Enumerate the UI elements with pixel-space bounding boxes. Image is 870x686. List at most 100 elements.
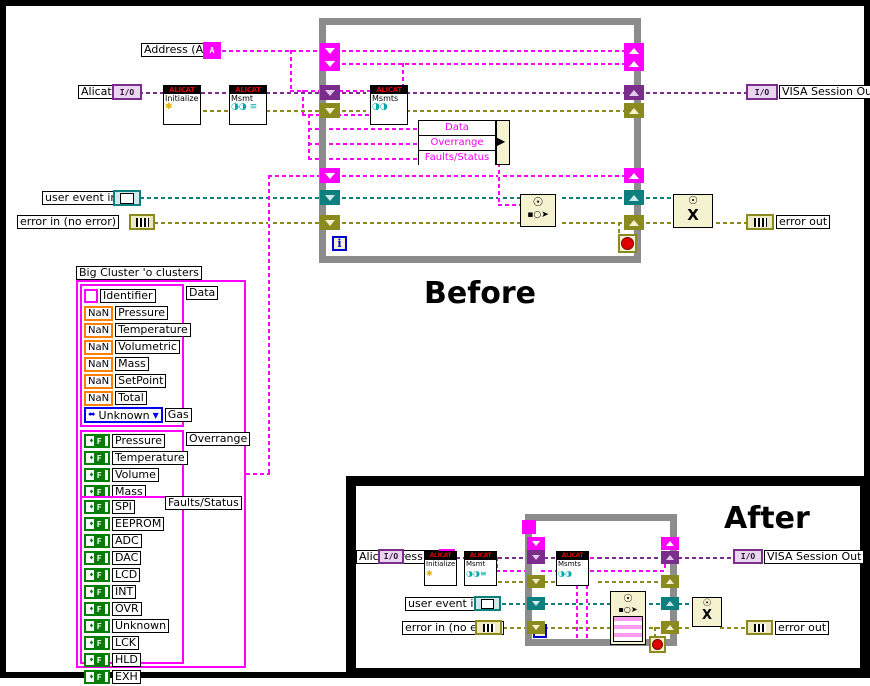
alicat-io-terminal-before[interactable]: I/O — [112, 84, 142, 100]
tunnel-left-visa[interactable] — [320, 85, 340, 100]
error-out-terminal-before[interactable] — [746, 214, 774, 230]
after-wire-event-in — [502, 603, 526, 605]
boolean-control[interactable]: ♦ F — [84, 534, 110, 548]
after-tunnel-right-pink[interactable] — [661, 537, 679, 550]
boolean-control[interactable]: ♦ F — [84, 451, 110, 465]
close-x-icon: X — [687, 206, 699, 224]
cluster-row[interactable]: ⬌ Unknown ▼ Gas — [84, 407, 192, 423]
after-tunnel-right-event[interactable] — [661, 597, 679, 610]
address-terminal-before[interactable]: A — [203, 42, 221, 59]
cluster-row[interactable]: NaN Mass — [84, 356, 192, 372]
stop-terminal-after[interactable] — [649, 636, 666, 653]
chevron-down-icon[interactable]: ▼ — [153, 411, 159, 420]
error-in-terminal-after[interactable] — [475, 620, 502, 635]
subvi-msmt-before[interactable]: ALICAT Msmt ◑◑ ≡ — [229, 85, 267, 125]
after-tunnel-right-error2[interactable] — [661, 621, 679, 634]
cluster-row[interactable]: ♦ F DAC — [84, 550, 169, 566]
cluster-row[interactable]: NaN Volumetric — [84, 339, 192, 355]
destroy-event-node-before[interactable]: ☉ X — [673, 194, 713, 228]
tunnel-left-error[interactable] — [320, 103, 340, 118]
subvi-msmts-after[interactable]: ALICAT Msmts ◑◑ — [556, 551, 589, 586]
event-generate-node-after[interactable]: ☉ ▪○➤ — [610, 591, 646, 645]
unbundle-by-name-node-before[interactable]: Data Overrange Faults/Status — [418, 120, 496, 165]
cluster-row[interactable]: NaN SetPoint — [84, 373, 192, 389]
cluster-row[interactable]: ♦ F LCK — [84, 635, 169, 651]
tunnel-right-pink3[interactable] — [624, 168, 644, 183]
numeric-control[interactable]: NaN — [84, 373, 114, 389]
error-out-terminal-after[interactable] — [746, 620, 773, 635]
after-tunnel-left-visa2[interactable] — [527, 551, 545, 564]
cluster-row[interactable]: NaN Temperature — [84, 322, 192, 338]
boolean-control[interactable]: ♦ F — [84, 636, 110, 650]
after-tunnel-left-error[interactable] — [527, 575, 545, 588]
error-in-terminal-before[interactable] — [129, 214, 155, 230]
subvi-msmt-after[interactable]: ALICAT Msmt ◑◑≡ — [464, 551, 497, 586]
boolean-control[interactable]: ♦ F — [84, 602, 110, 616]
visa-out-terminal-after[interactable]: I/O — [733, 549, 763, 564]
tunnel-right-error2[interactable] — [624, 215, 644, 230]
cluster-row[interactable]: ♦ F Unknown — [84, 618, 170, 634]
user-event-terminal-after[interactable] — [474, 596, 501, 611]
tunnel-left-error2[interactable] — [320, 215, 340, 230]
numeric-control[interactable]: NaN — [84, 305, 114, 321]
boolean-control[interactable]: ♦ F — [84, 500, 110, 514]
gas-enum-control[interactable]: ⬌ Unknown ▼ — [84, 407, 163, 423]
event-refnum-icon — [481, 598, 494, 609]
numeric-control[interactable]: NaN — [84, 339, 114, 355]
event-generate-node-before[interactable]: ☉ ▪○➤ — [520, 194, 556, 227]
after-tunnel-right-visa[interactable] — [661, 551, 679, 564]
subvi-initialize-after[interactable]: ALICAT Initialize ✱ — [424, 551, 457, 586]
cluster-row[interactable]: ♦ F ADC — [84, 533, 169, 549]
after-tunnel-right-error[interactable] — [661, 575, 679, 588]
identifier-string-control[interactable] — [84, 289, 98, 303]
alicat-io-terminal-after[interactable]: I/O — [378, 549, 404, 564]
cluster-row[interactable]: ♦ F Pressure — [84, 433, 188, 449]
numeric-control[interactable]: NaN — [84, 390, 114, 406]
subvi-vendor-label: ALICAT — [465, 552, 496, 560]
subvi-msmts-before[interactable]: ALICAT Msmts ◑◑ — [370, 85, 408, 125]
cluster-row[interactable]: Identifier — [84, 288, 192, 304]
cluster-row[interactable]: ♦ F INT — [84, 584, 169, 600]
error-cluster-out-icon — [753, 623, 766, 632]
stop-terminal-before[interactable] — [618, 234, 637, 253]
tunnel-right-event[interactable] — [624, 190, 644, 205]
boolean-control[interactable]: ♦ F — [84, 670, 110, 684]
boolean-control[interactable]: ♦ F — [84, 568, 110, 582]
cluster-row[interactable]: NaN Total — [84, 390, 192, 406]
boolean-control[interactable]: ♦ F — [84, 551, 110, 565]
user-event-terminal-before[interactable] — [113, 190, 141, 206]
after-tunnel-left-error2[interactable] — [527, 621, 545, 634]
while-loop-structure-after[interactable] — [525, 514, 677, 646]
numeric-control[interactable]: NaN — [84, 356, 114, 372]
tunnel-left-event[interactable] — [320, 190, 340, 205]
after-title: After — [724, 501, 810, 536]
boolean-control[interactable]: ♦ F — [84, 653, 110, 667]
cluster-row[interactable]: ♦ F SPI — [84, 499, 169, 515]
cluster-row[interactable]: ♦ F OVR — [84, 601, 169, 617]
tunnel-right-pink2[interactable] — [624, 56, 644, 71]
boolean-control[interactable]: ♦ F — [84, 468, 110, 482]
boolean-control[interactable]: ♦ F — [84, 585, 110, 599]
numeric-control[interactable]: NaN — [84, 322, 114, 338]
after-tunnel-left-pink[interactable] — [527, 537, 545, 550]
cluster-row[interactable]: ♦ F EXH — [84, 669, 169, 685]
subvi-initialize-before[interactable]: ALICAT Initialize ✱ — [163, 85, 201, 125]
visa-out-terminal-before[interactable]: I/O — [746, 84, 778, 100]
tunnel-left-pink2[interactable] — [320, 56, 340, 71]
cluster-row[interactable]: ♦ F Volume — [84, 467, 188, 483]
cluster-row[interactable]: ♦ F HLD — [84, 652, 169, 668]
boolean-control[interactable]: ♦ F — [84, 517, 110, 531]
tunnel-right-visa[interactable] — [624, 85, 644, 100]
cluster-row[interactable]: ♦ F Temperature — [84, 450, 188, 466]
tunnel-right-error[interactable] — [624, 103, 644, 118]
cluster-row[interactable]: ♦ F EEPROM — [84, 516, 169, 532]
destroy-event-node-after[interactable]: ☉ X — [692, 597, 722, 627]
after-tunnel-left-event[interactable] — [527, 597, 545, 610]
boolean-control[interactable]: ♦ F — [84, 434, 110, 448]
boolean-control[interactable]: ♦ F — [84, 619, 110, 633]
cluster-row[interactable]: NaN Pressure — [84, 305, 192, 321]
cluster-row[interactable]: ♦ F LCD — [84, 567, 169, 583]
tunnel-left-pink3[interactable] — [320, 168, 340, 183]
after-shift-register-address[interactable] — [522, 520, 536, 534]
bool-value: F — [93, 603, 105, 615]
